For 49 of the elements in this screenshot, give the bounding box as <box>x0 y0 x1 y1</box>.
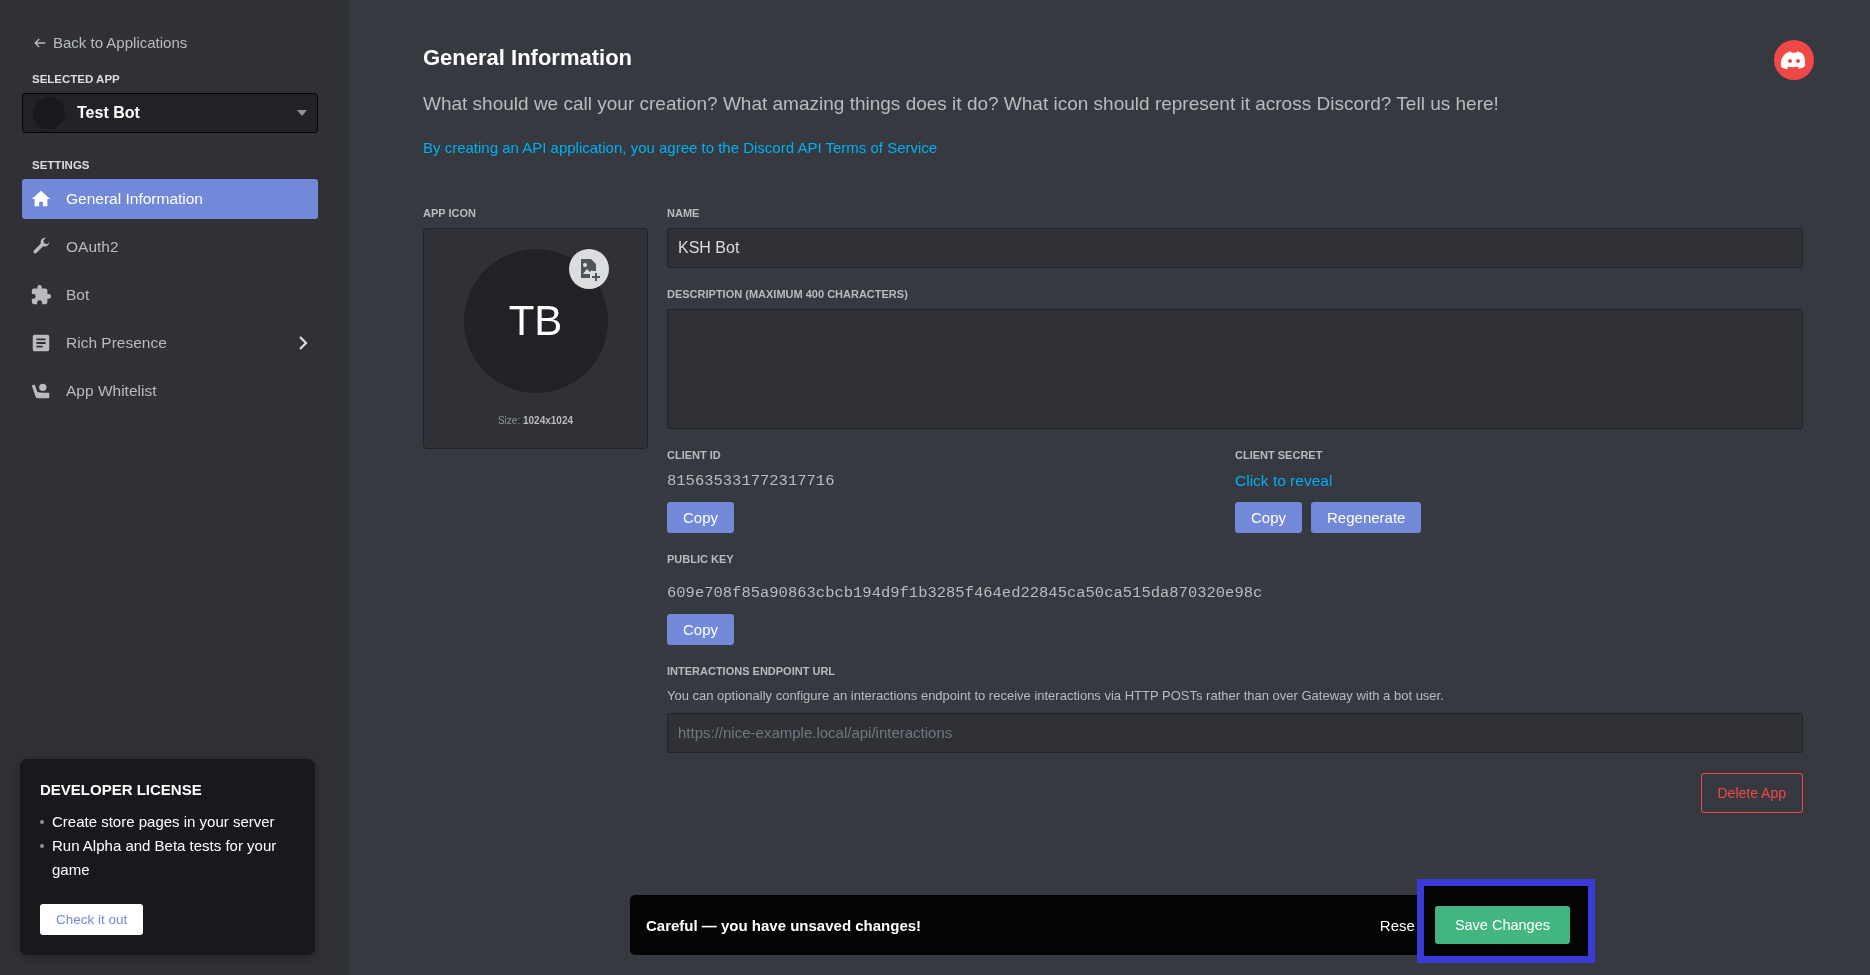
field-label: APP ICON <box>423 207 477 220</box>
copy-button[interactable]: Copy <box>1235 502 1303 533</box>
caret-icon <box>297 110 307 116</box>
regenerate-button[interactable]: Regenerate <box>1311 502 1422 533</box>
app-dropdown[interactable]: Test Bot <box>22 93 318 133</box>
logo-icon <box>1774 40 1814 80</box>
bullet-icon <box>40 820 44 824</box>
url-input[interactable]: https://nice-example.local/api/interactions <box>667 713 1803 753</box>
field-label: CLIENT ID <box>667 449 722 462</box>
terms-link[interactable]: By creating an API application, you agree to the Discord API Terms of Service <box>423 139 938 156</box>
page-subtitle: What should we call your creation? What amazing things does it do? What icon should represent it across Discord? Tell us here! <box>423 93 1500 115</box>
delete-app-button[interactable]: Delete App <box>1700 773 1803 813</box>
unsaved-message: Careful — you have unsaved changes! <box>646 916 923 934</box>
field-label: INTERACTIONS ENDPOINT URL <box>667 665 837 678</box>
document-icon <box>30 332 52 354</box>
client-id-value: 815635331772317716 <box>667 472 836 492</box>
copy-button[interactable]: Copy <box>667 502 735 533</box>
reset-link[interactable]: Rese <box>1379 916 1415 934</box>
help-text: You can optionally configure an interactions endpoint to receive interactions via HTTP POSTs rather than over Gateway with a bot user. <box>667 688 1445 703</box>
icon-upload-area[interactable]: TB Size: 1024x1024 <box>423 228 648 449</box>
field-label: DESCRIPTION (MAXIMUM 400 CHARACTERS) <box>667 288 909 301</box>
app-name: Test Bot <box>77 104 141 122</box>
description-input[interactable] <box>667 309 1803 429</box>
field-label: PUBLIC KEY <box>667 553 735 566</box>
section-label: SELECTED APP <box>32 73 121 85</box>
bullet-icon <box>40 844 44 848</box>
save-changes-button[interactable]: Save Changes <box>1434 906 1570 944</box>
puzzle-icon <box>30 284 52 306</box>
reveal-link[interactable]: Click to reveal <box>1235 472 1333 492</box>
nav-item[interactable]: App Whitelist <box>22 371 318 411</box>
size-hint: Size: 1024x1024 <box>497 415 574 426</box>
nav-item[interactable]: Rich Presence <box>22 323 318 363</box>
public-key-value: 609e708f85a90863cbcb194d9f1b3285f464ed22845ca50ca515da870320e98c <box>667 584 1264 604</box>
add-image-icon[interactable] <box>569 249 609 289</box>
bullet-text: Create store pages in your server <box>52 812 275 832</box>
nav-item[interactable]: Bot <box>22 275 318 315</box>
nav-item[interactable]: OAuth2 <box>22 227 318 267</box>
bullet-text: Run Alpha and Beta tests for your game <box>52 836 278 880</box>
copy-button[interactable]: Copy <box>667 614 735 645</box>
card-title: DEVELOPER LICENSE <box>40 781 203 798</box>
section-label: SETTINGS <box>32 159 91 171</box>
nav-item[interactable]: General Information <box>22 179 318 219</box>
name-input[interactable]: KSH Bot <box>667 228 1803 268</box>
field-label: CLIENT SECRET <box>1235 449 1324 462</box>
field-label: NAME <box>667 207 701 220</box>
app-icon-initials: TB <box>463 249 608 393</box>
page-title: General Information <box>423 45 633 71</box>
check-it-out-button[interactable]: Check it out <box>40 904 144 935</box>
back-link[interactable]: Back to Applications <box>33 34 188 51</box>
